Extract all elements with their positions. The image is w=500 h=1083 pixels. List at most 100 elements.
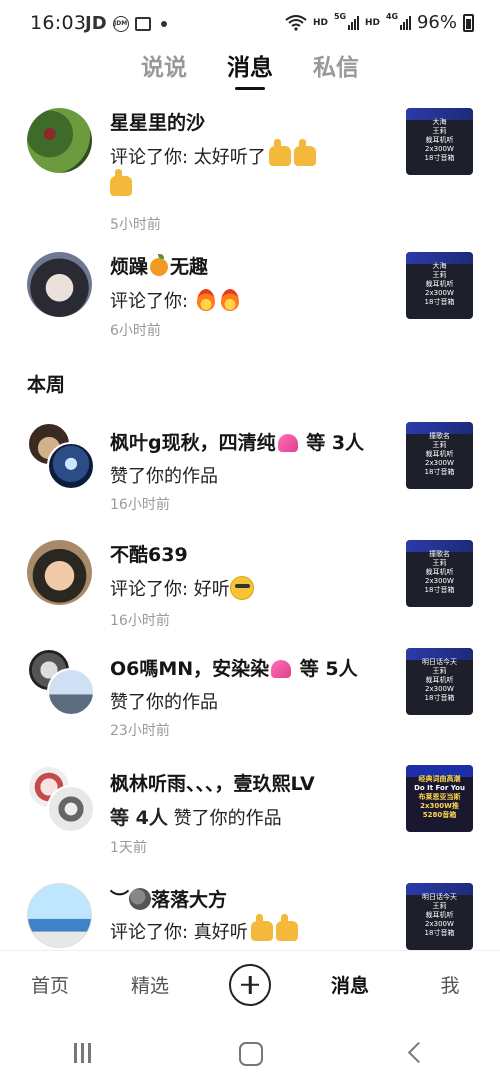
user-name[interactable]: 枫叶g现秋，四清纯 等 3人 — [110, 428, 364, 455]
user-name[interactable]: 烦躁 无趣 — [110, 252, 208, 279]
fire-icon — [196, 289, 215, 311]
user-name[interactable]: O6嗎MN，安染染 等 5人 — [110, 654, 358, 681]
nav-me[interactable]: 我 — [400, 971, 500, 998]
work-thumbnail[interactable]: 撞歌名 王莉 裁耳机听 2x300W 18寸音箱 — [406, 422, 473, 489]
thumb-text: 大海 王莉 裁耳机听 2x300W 18寸音箱 — [406, 118, 473, 163]
thumb-line: 裁耳机听 — [425, 568, 454, 576]
thumb-text: 撞歌名 王莉 裁耳机听 2x300W 18寸音箱 — [406, 432, 473, 477]
comment-body: 评论了你: — [110, 291, 194, 312]
avatar[interactable] — [27, 108, 92, 173]
thumbs-up-icon — [293, 139, 316, 166]
plus-icon[interactable] — [229, 963, 271, 1006]
work-thumbnail[interactable]: 明日话今天 王莉 裁耳机听 2x300W 18寸音箱 — [406, 883, 473, 950]
comment-body: 评论了你: 好听 — [110, 579, 230, 600]
thumb-line: 18寸音箱 — [424, 586, 455, 594]
timestamp: 16小时前 — [110, 613, 170, 629]
work-thumbnail[interactable]: 明日话今天 王莉 裁耳机听 2x300W 18寸音箱 — [406, 648, 473, 715]
timestamp: 5小时前 — [110, 217, 161, 233]
battery-percent: 96% — [416, 12, 457, 33]
user-name-part: 枫叶g现秋，四清纯 — [110, 432, 276, 454]
home-icon[interactable] — [220, 1032, 280, 1072]
thumb-line: 2x300W — [425, 920, 454, 928]
avatar[interactable] — [27, 540, 92, 605]
bottom-nav: 首页 精选 消息 我 — [0, 950, 500, 1018]
user-name[interactable]: 不酷639 — [110, 540, 188, 567]
notification-item[interactable]: 烦躁 无趣 评论了你: 6小时前 大海 王莉 裁耳机听 2x300W 18寸音箱 — [0, 252, 500, 342]
recents-icon[interactable] — [53, 1032, 113, 1072]
thumb-line: 王莉 — [432, 667, 447, 675]
user-name-part: 无趣 — [170, 256, 209, 278]
work-thumbnail[interactable]: 大海 王莉 裁耳机听 2x300W 18寸音箱 — [406, 252, 473, 319]
notification-item[interactable]: 不酷639 评论了你: 好听 16小时前 撞歌名 王莉 裁耳机听 2x300W … — [0, 540, 500, 630]
jd-text: JD — [85, 13, 107, 34]
tab-messages[interactable]: 消息 — [227, 50, 273, 90]
thumb-line: 大海 — [432, 262, 447, 270]
nav-messages[interactable]: 消息 — [300, 971, 400, 998]
notification-item[interactable]: ︶ 落落大方 评论了你: 真好听 明日话今天 王莉 裁耳机听 2x300W 18寸… — [0, 883, 500, 950]
thumb-line: 2x300W — [425, 459, 454, 467]
status-right-icons: HD 5G HD 4G 96% — [285, 12, 474, 33]
thumb-line: 18寸音箱 — [424, 929, 455, 937]
system-nav-bar — [0, 1020, 500, 1083]
notification-dot-icon — [160, 20, 167, 27]
heart-icon — [271, 660, 292, 678]
work-thumbnail[interactable]: 经典词曲高潮 Do It For You 布莱恩亚当斯 2x300W推 5280… — [406, 765, 473, 832]
comment-text: 评论了你: — [110, 287, 242, 313]
thumb-line: 2x300W推 — [420, 802, 459, 810]
work-thumbnail[interactable]: 撞歌名 王莉 裁耳机听 2x300W 18寸音箱 — [406, 540, 473, 607]
thumb-text: 明日话今天 王莉 裁耳机听 2x300W 18寸音箱 — [406, 893, 473, 938]
tab-shuoshuo[interactable]: 说说 — [141, 50, 187, 90]
jd-app-icon: JDM — [112, 15, 129, 32]
comment-text: 评论了你: 好听 — [110, 575, 254, 601]
timestamp: 16小时前 — [110, 497, 170, 513]
cool-smiley-icon — [229, 576, 254, 600]
signal-4g-icon: 4G — [386, 12, 411, 30]
work-thumbnail[interactable]: 大海 王莉 裁耳机听 2x300W 18寸音箱 — [406, 108, 473, 175]
notification-item[interactable]: O6嗎MN，安染染 等 5人 赞了你的作品 23小时前 明日话今天 王莉 裁耳机… — [0, 648, 500, 743]
thumb-text: 大海 王莉 裁耳机听 2x300W 18寸音箱 — [406, 262, 473, 307]
notification-item[interactable]: 星星里的沙 评论了你: 太好听了 5小时前 大海 王莉 裁耳机听 2x300W … — [0, 108, 500, 233]
nav-featured[interactable]: 精选 — [100, 971, 200, 998]
comment-body: 评论了你: 真好听 — [110, 922, 248, 943]
thumb-line: 明日话今天 — [422, 658, 457, 666]
nav-home[interactable]: 首页 — [0, 971, 100, 998]
avatar — [47, 442, 95, 490]
thumbs-up-icon — [250, 914, 273, 941]
thumb-text: 经典词曲高潮 Do It For You 布莱恩亚当斯 2x300W推 5280… — [406, 775, 473, 820]
fire-icon — [220, 289, 239, 311]
like-text: 赞了你的作品 — [110, 466, 218, 487]
thumb-line: 大海 — [432, 118, 447, 126]
wifi-icon — [285, 14, 307, 31]
user-name[interactable]: 星星里的沙 — [110, 108, 205, 135]
nav-create[interactable] — [200, 963, 300, 1006]
thumb-line: 布莱恩亚当斯 — [418, 793, 461, 801]
notification-item[interactable]: 枫林听雨、、、，壹玖熙LV 等 4人 赞了你的作品 1天前 经典词曲高潮 Do … — [0, 765, 500, 860]
notification-item[interactable]: 枫叶g现秋，四清纯 等 3人 赞了你的作品 16小时前 撞歌名 王莉 裁耳机听 … — [0, 422, 500, 517]
tab-private-messages[interactable]: 私信 — [313, 50, 359, 90]
avatar — [47, 785, 95, 833]
thumb-line: 2x300W — [425, 145, 454, 153]
status-left-icons: JD JDM — [85, 13, 167, 34]
user-name[interactable]: ︶ 落落大方 — [110, 885, 227, 912]
back-icon[interactable] — [387, 1032, 447, 1072]
thumb-text: 明日话今天 王莉 裁耳机听 2x300W 18寸音箱 — [406, 658, 473, 703]
avatar[interactable] — [27, 252, 92, 317]
like-text: 等 4人 赞了你的作品 — [110, 803, 282, 830]
user-name-part: O6嗎MN，安染染 — [110, 658, 270, 680]
user-count: 等 5人 — [293, 658, 358, 680]
comment-body: 评论了你: 太好听了 — [110, 147, 266, 168]
thumb-line: 明日话今天 — [422, 893, 457, 901]
like-text: 赞了你的作品 — [110, 692, 218, 713]
thumb-line: 裁耳机听 — [425, 136, 454, 144]
avatar[interactable] — [27, 883, 92, 948]
gallery-icon — [134, 16, 151, 31]
top-tabs: 说说 消息 私信 — [0, 50, 500, 95]
thumbs-up-icon — [268, 139, 291, 166]
thumb-line: 王莉 — [432, 441, 447, 449]
thumb-line: 撞歌名 — [429, 432, 450, 440]
user-name[interactable]: 枫林听雨、、、，壹玖熙LV — [110, 769, 315, 796]
battery-icon — [463, 13, 474, 32]
hd-label-1: HD — [312, 17, 328, 28]
notification-list: 星星里的沙 评论了你: 太好听了 5小时前 大海 王莉 裁耳机听 2x300W … — [0, 100, 500, 950]
status-bar: 16:03 JD JDM HD 5G HD 4G 96% — [0, 0, 500, 48]
